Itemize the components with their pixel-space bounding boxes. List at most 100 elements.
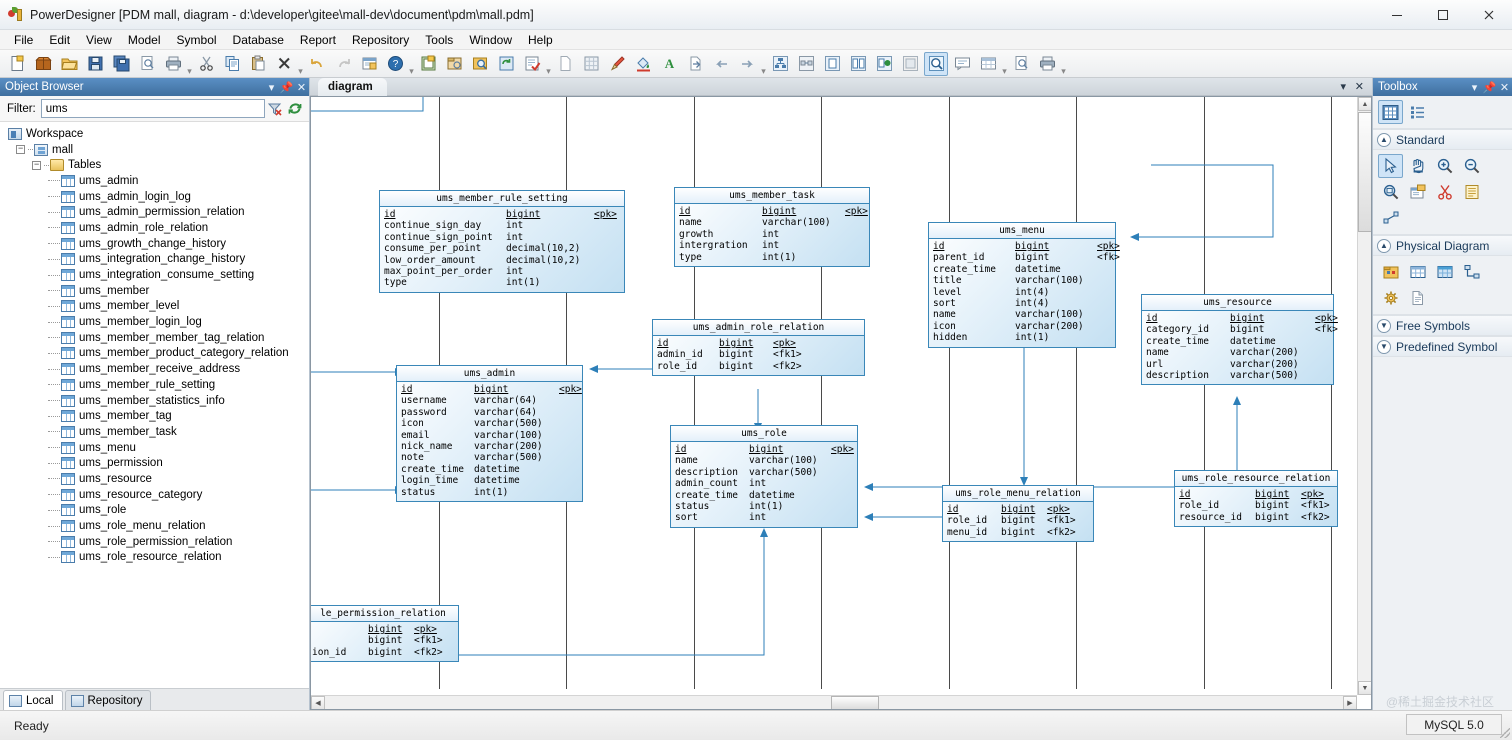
entity-table-ums_admin[interactable]: ums_admin id bigint <pk> username varchar(64)… [396, 365, 583, 503]
properties-icon[interactable] [357, 52, 381, 76]
pin-icon[interactable]: 📌 [1482, 81, 1497, 94]
tree-item-ums_member_task[interactable]: ums_member_task [4, 424, 309, 440]
impact-analysis-icon[interactable] [898, 52, 922, 76]
scroll-down-button[interactable]: ▼ [1358, 681, 1371, 695]
format-brush-icon[interactable] [605, 52, 629, 76]
previous-icon[interactable] [709, 52, 733, 76]
tree-item-ums_role_menu_relation[interactable]: ums_role_menu_relation [4, 518, 309, 534]
undo-icon[interactable] [305, 52, 329, 76]
pointer-icon[interactable] [1378, 154, 1403, 178]
entity-table-ums_role[interactable]: ums_role id bigint <pk> name varchar(100) desc… [670, 425, 858, 528]
check-model-icon[interactable] [520, 52, 544, 76]
link-icon[interactable] [1378, 206, 1403, 230]
tree-item-ums_integration_change_history[interactable]: ums_integration_change_history [4, 252, 309, 268]
open-model-icon[interactable] [31, 52, 55, 76]
refresh-icon[interactable] [494, 52, 518, 76]
tree-item-ums_member_login_log[interactable]: ums_member_login_log [4, 314, 309, 330]
chevron-down-icon[interactable]: ▾ [1340, 80, 1346, 93]
help-icon[interactable]: ? [383, 52, 407, 76]
entity-table-ums_role_resource_relation[interactable]: ums_role_resource_relation id bigint <pk> ro… [1174, 470, 1338, 528]
menu-help[interactable]: Help [520, 31, 561, 49]
tree-item-ums_integration_consume_setting[interactable]: ums_integration_consume_setting [4, 267, 309, 283]
tab-repository[interactable]: Repository [64, 690, 152, 710]
tree-item-ums_admin_role_relation[interactable]: ums_admin_role_relation [4, 220, 309, 236]
tree-item-ums_resource[interactable]: ums_resource [4, 471, 309, 487]
merge-icon[interactable] [872, 52, 896, 76]
toolbox-section-physical-diagram[interactable]: ▲ Physical Diagram [1373, 235, 1512, 256]
menu-tools[interactable]: Tools [417, 31, 461, 49]
print2-icon[interactable] [1035, 52, 1059, 76]
scroll-right-button[interactable]: ▶ [1343, 696, 1357, 709]
preview-icon[interactable] [1009, 52, 1033, 76]
close-button[interactable] [1466, 0, 1512, 30]
entity-table-ums_member_task[interactable]: ums_member_task id bigint <pk> name varchar(1… [674, 187, 870, 268]
tree-item-ums_member_receive_address[interactable]: ums_member_receive_address [4, 361, 309, 377]
object-tree[interactable]: Workspace mall Tables ums_admin ums_admin_lo… [0, 122, 309, 688]
tree-item-ums_admin[interactable]: ums_admin [4, 173, 309, 189]
toolbox-section-standard[interactable]: ▲ Standard [1373, 129, 1512, 150]
vertical-scrollbar[interactable]: ▲ ▼ [1357, 97, 1371, 695]
entity-table-ums_resource[interactable]: ums_resource id bigint <pk> category_id bigin… [1141, 294, 1338, 386]
vertical-scroll-thumb[interactable] [1358, 112, 1371, 232]
menu-edit[interactable]: Edit [41, 31, 78, 49]
next-icon[interactable] [735, 52, 759, 76]
zoom-fit-icon[interactable] [1378, 180, 1403, 204]
entity-table-ums_member_rule_setting[interactable]: ums_member_rule_setting id bigint <pk> conti… [379, 190, 625, 293]
view-icon[interactable] [1432, 260, 1457, 284]
chevron-down-icon[interactable]: ▾ [1467, 81, 1482, 94]
tree-item-ums_admin_login_log[interactable]: ums_admin_login_log [4, 189, 309, 205]
tree-expander-collapse-icon[interactable] [16, 145, 25, 155]
refresh-filter-icon[interactable] [285, 99, 305, 119]
cut-icon[interactable] [194, 52, 218, 76]
resize-grip[interactable] [1500, 728, 1510, 738]
fill-color-icon[interactable] [631, 52, 655, 76]
print-icon[interactable] [161, 52, 185, 76]
scroll-left-button[interactable]: ◀ [311, 696, 325, 709]
menu-report[interactable]: Report [292, 31, 344, 49]
tree-item-ums_resource_category[interactable]: ums_resource_category [4, 487, 309, 503]
zoom-in-icon[interactable] [1432, 154, 1457, 178]
new-icon[interactable] [5, 52, 29, 76]
entity-table-ums_menu[interactable]: ums_menu id bigint <pk> parent_id bigint <fk> c… [928, 222, 1120, 348]
tree-item-ums_role_permission_relation[interactable]: ums_role_permission_relation [4, 534, 309, 550]
blank-icon[interactable] [553, 52, 577, 76]
tree-item-Workspace[interactable]: Workspace [4, 126, 309, 142]
menu-file[interactable]: File [6, 31, 41, 49]
tab-diagram[interactable]: diagram [318, 77, 387, 96]
filter-input[interactable] [40, 99, 265, 118]
diagram-canvas-area[interactable]: ums_member_rule_setting id bigint <pk> conti… [310, 96, 1372, 710]
entity-table-ums_admin_role_relation[interactable]: ums_admin_role_relation id bigint <pk> admin… [652, 319, 865, 377]
close-icon[interactable]: ✕ [294, 81, 309, 94]
horizontal-scroll-thumb[interactable] [831, 696, 879, 709]
file-icon[interactable] [1405, 286, 1430, 310]
list-view-icon[interactable] [1405, 100, 1430, 124]
pin-icon[interactable]: 📌 [279, 81, 294, 94]
copy-icon[interactable] [220, 52, 244, 76]
link-symbol-icon[interactable] [794, 52, 818, 76]
tree-item-ums_member_rule_setting[interactable]: ums_member_rule_setting [4, 377, 309, 393]
comment-icon[interactable] [950, 52, 974, 76]
save-icon[interactable] [83, 52, 107, 76]
compare-icon[interactable] [846, 52, 870, 76]
toolbox-section-predefined-symbol[interactable]: ▼ Predefined Symbol [1373, 336, 1512, 357]
find-icon[interactable] [468, 52, 492, 76]
toolbox-section-free-symbols[interactable]: ▼ Free Symbols [1373, 315, 1512, 336]
entity-table-ums_role_menu_relation[interactable]: ums_role_menu_relation id bigint <pk> role_i… [942, 485, 1094, 543]
tree-item-ums_member_tag[interactable]: ums_member_tag [4, 408, 309, 424]
redo-icon[interactable] [331, 52, 355, 76]
package-icon[interactable] [1378, 260, 1403, 284]
delete-scissors-icon[interactable] [1432, 180, 1457, 204]
properties-icon[interactable] [1405, 180, 1430, 204]
save-all-icon[interactable] [109, 52, 133, 76]
tree-item-ums_member_member_tag_relation[interactable]: ums_member_member_tag_relation [4, 330, 309, 346]
tree-item-ums_menu[interactable]: ums_menu [4, 440, 309, 456]
grid-view-icon[interactable] [1378, 100, 1403, 124]
table-icon[interactable] [1405, 260, 1430, 284]
list-view-icon[interactable] [976, 52, 1000, 76]
menu-database[interactable]: Database [225, 31, 292, 49]
delete-icon[interactable] [272, 52, 296, 76]
tree-item-ums_admin_permission_relation[interactable]: ums_admin_permission_relation [4, 204, 309, 220]
dependency-icon[interactable] [768, 52, 792, 76]
menu-symbol[interactable]: Symbol [169, 31, 225, 49]
minimize-button[interactable] [1374, 0, 1420, 30]
